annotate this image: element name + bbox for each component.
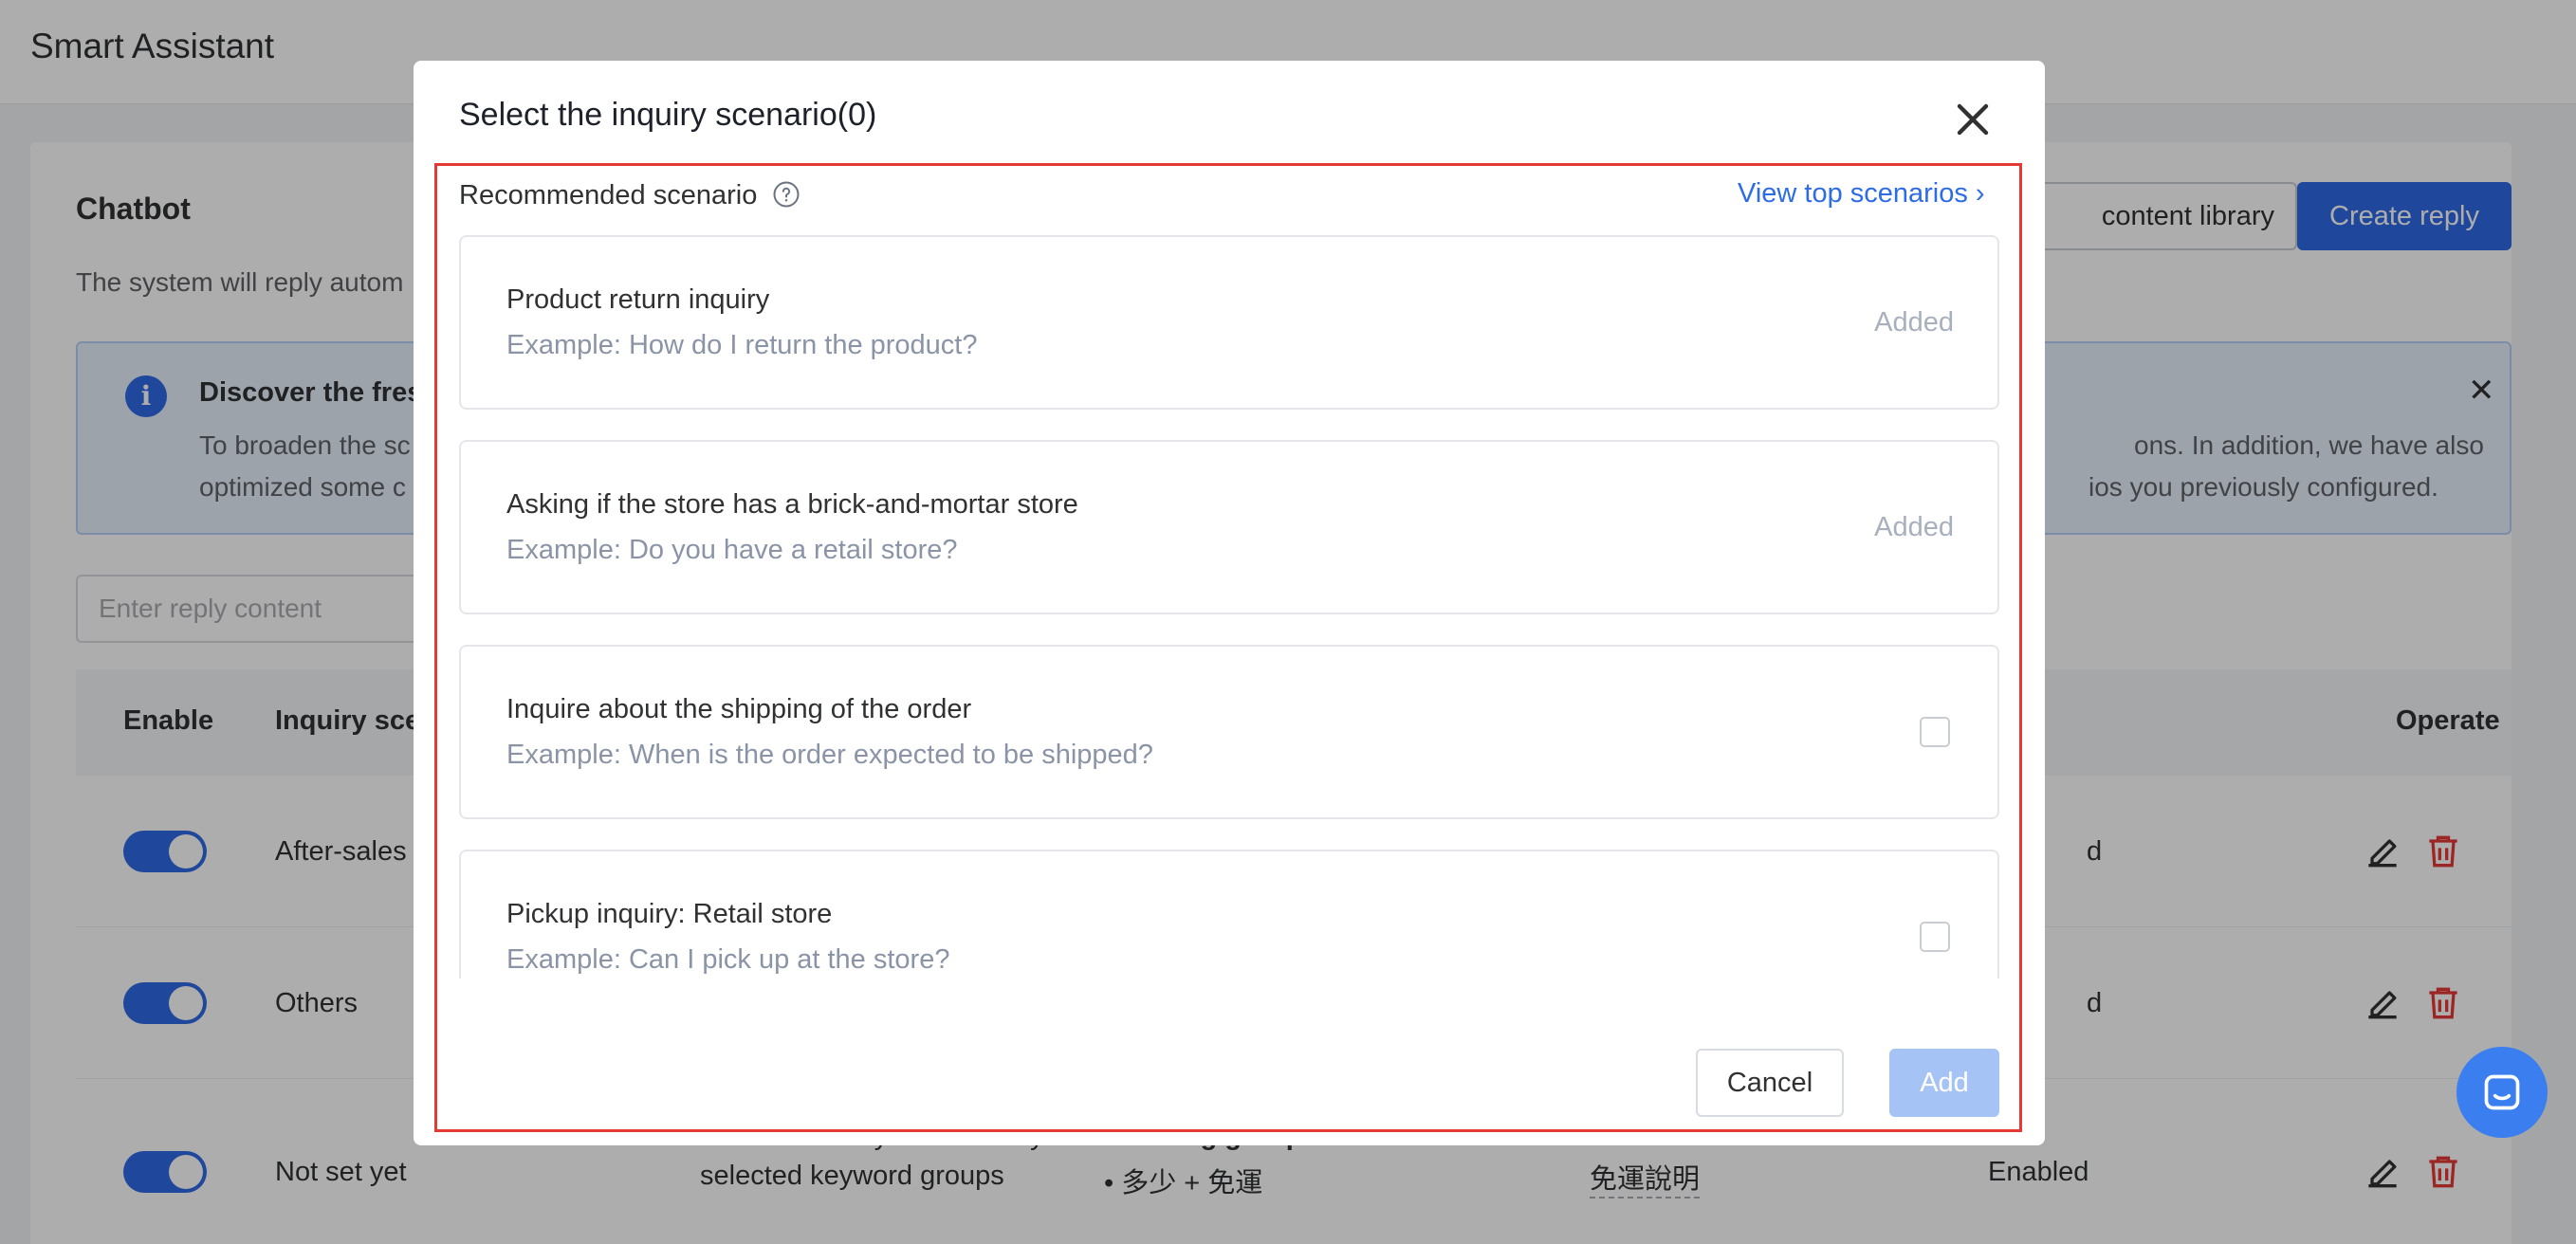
scenario-title: Inquire about the shipping of the order (506, 694, 972, 724)
chat-launcher[interactable] (2456, 1047, 2548, 1138)
section-label: Recommended scenario (459, 180, 758, 210)
chat-icon (2484, 1074, 2520, 1110)
scenario-example: Example: How do I return the product? (506, 330, 978, 360)
scenario-checkbox[interactable] (1920, 922, 1950, 952)
added-status: Added (1874, 307, 1954, 338)
scenario-title: Product return inquiry (506, 284, 770, 315)
scenario-card[interactable]: Pickup inquiry: Retail store Example: Ca… (459, 850, 1999, 979)
modal-title: Select the inquiry scenario(0) (459, 97, 877, 133)
add-button[interactable]: Add (1889, 1049, 1999, 1117)
scenario-card: Asking if the store has a brick-and-mort… (459, 440, 1999, 614)
help-icon[interactable] (772, 180, 800, 209)
scenario-checkbox[interactable] (1920, 717, 1950, 747)
select-scenario-modal: Select the inquiry scenario(0) Recommend… (414, 61, 2045, 1145)
view-top-scenarios-link[interactable]: View top scenarios › (1738, 178, 1985, 210)
added-status: Added (1874, 512, 1954, 542)
close-icon[interactable] (1950, 97, 1996, 142)
scenario-card: Product return inquiry Example: How do I… (459, 235, 1999, 410)
scenario-card[interactable]: Inquire about the shipping of the order … (459, 645, 1999, 819)
cancel-button[interactable]: Cancel (1696, 1049, 1844, 1117)
scenario-title: Asking if the store has a brick-and-mort… (506, 489, 1078, 520)
scenario-example: Example: Do you have a retail store? (506, 535, 958, 565)
scenario-title: Pickup inquiry: Retail store (506, 899, 833, 929)
scenario-example: Example: When is the order expected to b… (506, 740, 1153, 770)
scenario-list[interactable]: Product return inquiry Example: How do I… (459, 235, 1999, 979)
scenario-example: Example: Can I pick up at the store? (506, 944, 950, 975)
